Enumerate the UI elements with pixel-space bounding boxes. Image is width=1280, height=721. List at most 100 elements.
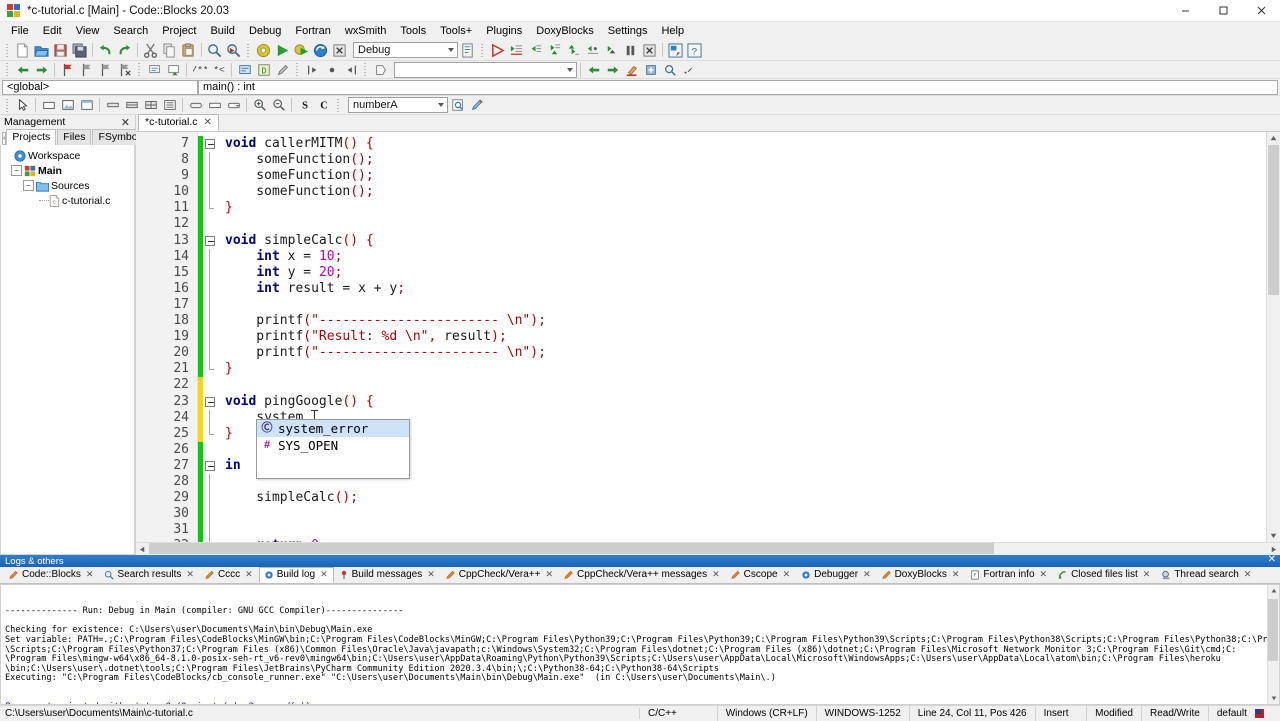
toolbar-grip[interactable] xyxy=(363,62,368,77)
align-right-icon[interactable] xyxy=(341,61,360,79)
autocomplete-popup[interactable]: Ⓒ system_error # SYS_OPEN xyxy=(256,419,410,479)
symbol-combo[interactable]: numberA xyxy=(348,97,448,113)
close-icon[interactable]: ✕ xyxy=(86,569,94,580)
scope-namespace-combo[interactable]: <global> xyxy=(2,79,198,95)
nav-forward-icon[interactable] xyxy=(603,61,622,79)
maximize-button[interactable] xyxy=(1204,0,1242,22)
close-icon[interactable]: ✕ xyxy=(121,116,130,129)
editor-tab-c-tutorial[interactable]: *c-tutorial.c ✕ xyxy=(138,114,219,131)
back-icon[interactable] xyxy=(13,61,32,79)
menu-settings[interactable]: Settings xyxy=(601,22,655,40)
rebuild-icon[interactable] xyxy=(311,41,330,59)
toolbar-grip[interactable] xyxy=(246,42,251,58)
debugging-windows-icon[interactable] xyxy=(666,41,685,59)
doxyblocks-icon[interactable]: D xyxy=(254,61,273,79)
minimize-button[interactable] xyxy=(1166,0,1204,22)
tab-projects[interactable]: Projects xyxy=(6,129,57,145)
scroll-left-icon[interactable] xyxy=(136,543,149,556)
close-icon[interactable]: ✕ xyxy=(545,569,553,580)
bold-s-icon[interactable]: S xyxy=(295,96,314,114)
clear-bookmarks-icon[interactable] xyxy=(115,61,134,79)
sizer-h-icon[interactable] xyxy=(103,96,122,114)
logs-tab-doxyblocks[interactable]: DoxyBlocks ✕ xyxy=(877,567,966,583)
fold-toggle-icon[interactable] xyxy=(203,233,219,249)
box-comment-icon[interactable]: *< xyxy=(209,61,228,79)
comment-icon[interactable] xyxy=(145,61,164,79)
undo-icon[interactable] xyxy=(96,41,115,59)
hscroll-track[interactable] xyxy=(149,543,1267,555)
logs-tab-cccc[interactable]: Cccc ✕ xyxy=(200,567,259,583)
next-line-icon[interactable] xyxy=(526,41,545,59)
tree-node-sources[interactable]: − Sources xyxy=(3,178,134,193)
tree-node-project[interactable]: − Main xyxy=(3,163,134,178)
close-icon[interactable]: ✕ xyxy=(1040,569,1048,580)
fold-toggle-icon[interactable] xyxy=(203,458,219,474)
find-occurrences-icon[interactable] xyxy=(660,61,679,79)
search-symbol-icon[interactable] xyxy=(448,96,467,114)
pointer-icon[interactable] xyxy=(13,96,32,114)
menu-wxsmith[interactable]: wxSmith xyxy=(338,22,394,40)
prev-bookmark-icon[interactable] xyxy=(77,61,96,79)
run-to-cursor-icon[interactable] xyxy=(507,41,526,59)
close-icon[interactable]: ✕ xyxy=(320,569,328,580)
menu-file[interactable]: File xyxy=(4,22,36,40)
panel-icon[interactable] xyxy=(39,96,58,114)
build-target-combo[interactable]: Debug xyxy=(353,42,458,58)
menu-view[interactable]: View xyxy=(69,22,107,40)
autocomplete-item-system-error[interactable]: Ⓒ system_error xyxy=(257,420,409,437)
zoom-in-icon[interactable] xyxy=(250,96,269,114)
listbox-icon[interactable] xyxy=(160,96,179,114)
logs-tab-cscope[interactable]: Cscope ✕ xyxy=(726,567,796,583)
stream-comment-icon[interactable]: /** xyxy=(190,61,209,79)
menu-project[interactable]: Project xyxy=(155,22,203,40)
close-button[interactable] xyxy=(1242,0,1280,22)
build-icon[interactable] xyxy=(254,41,273,59)
logs-scroll-thumb[interactable] xyxy=(1268,599,1278,661)
menu-search[interactable]: Search xyxy=(106,22,155,40)
textctrl-icon[interactable] xyxy=(205,96,224,114)
redo-icon[interactable] xyxy=(115,41,134,59)
nav-back-icon[interactable] xyxy=(584,61,603,79)
toolbar-grip[interactable] xyxy=(5,42,10,58)
keyboard-layout-flag-icon[interactable] xyxy=(1254,708,1264,718)
autocomplete-item-sys-open[interactable]: # SYS_OPEN xyxy=(257,437,409,454)
copy-icon[interactable] xyxy=(160,41,179,59)
close-icon[interactable]: ✕ xyxy=(1143,569,1151,580)
vscroll-thumb[interactable] xyxy=(1268,145,1279,295)
debug-continue-icon[interactable] xyxy=(488,41,507,59)
align-left-icon[interactable] xyxy=(303,61,322,79)
code-text[interactable]: void callerMITM() { someFunction(); some… xyxy=(219,132,1266,542)
more-options-icon[interactable] xyxy=(679,61,698,79)
editor-horizontal-scrollbar[interactable] xyxy=(136,542,1280,555)
autocomplete-icon[interactable] xyxy=(235,61,254,79)
code-folding-margin[interactable] xyxy=(203,132,219,542)
center-icon[interactable] xyxy=(322,61,341,79)
forward-icon[interactable] xyxy=(32,61,51,79)
toolbar-grip[interactable] xyxy=(336,97,341,113)
menu-help[interactable]: Help xyxy=(654,22,691,40)
close-icon[interactable]: ✕ xyxy=(204,117,212,128)
close-icon[interactable]: ✕ xyxy=(186,569,194,580)
next-instruction-icon[interactable] xyxy=(583,41,602,59)
code-editor[interactable]: 7 8 9 10 11 12 13 14 15 16 17 18 19 20 21 22 23 24 25 26 27 2… xyxy=(136,132,1280,542)
menu-fortran[interactable]: Fortran xyxy=(288,22,337,40)
scroll-down-icon[interactable] xyxy=(1268,692,1279,704)
goto-combo[interactable] xyxy=(394,61,577,78)
fold-toggle-icon[interactable] xyxy=(203,394,219,410)
stop-debugger-icon[interactable] xyxy=(640,41,659,59)
toolbar-grip[interactable] xyxy=(137,62,142,77)
open-file-icon[interactable] xyxy=(32,41,51,59)
sizer-v-icon[interactable] xyxy=(122,96,141,114)
highlight-icon[interactable] xyxy=(622,61,641,79)
editor-vertical-scrollbar[interactable] xyxy=(1266,132,1280,542)
tree-node-file[interactable]: c c-tutorial.c xyxy=(3,193,134,208)
save-all-icon[interactable] xyxy=(70,41,89,59)
step-into-instruction-icon[interactable] xyxy=(602,41,621,59)
combobox-icon[interactable] xyxy=(224,96,243,114)
new-file-icon[interactable] xyxy=(13,41,32,59)
toolbar-grip[interactable] xyxy=(295,62,300,77)
run-icon[interactable] xyxy=(273,41,292,59)
fold-toggle-icon[interactable] xyxy=(203,136,219,152)
menu-build[interactable]: Build xyxy=(203,22,241,40)
bold-c-icon[interactable]: C xyxy=(314,96,333,114)
